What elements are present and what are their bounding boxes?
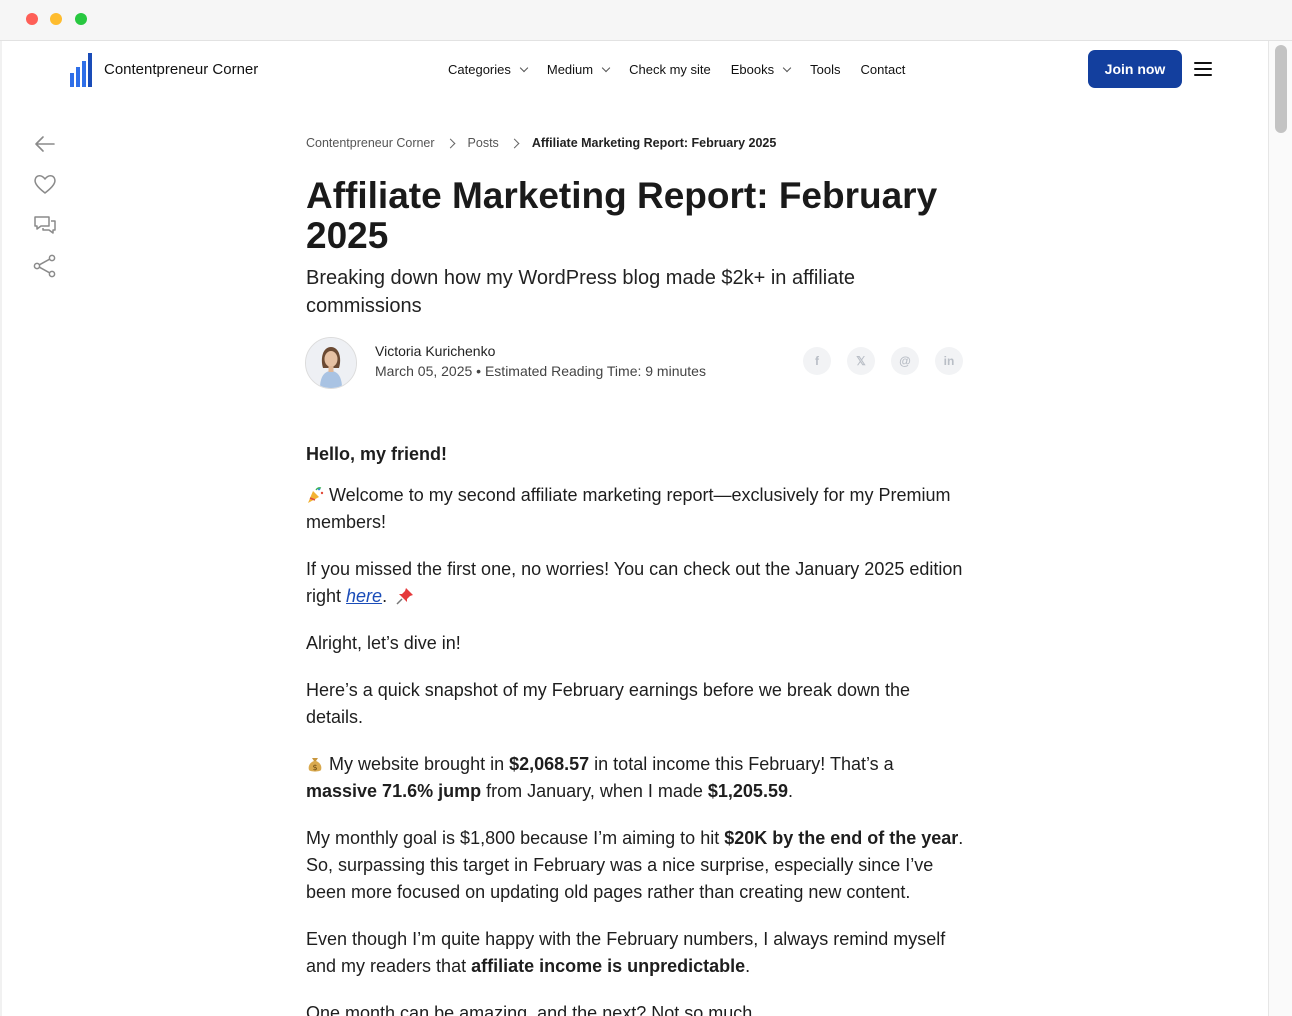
close-window-button[interactable] <box>26 13 38 25</box>
nav-label: Medium <box>546 62 594 77</box>
nav-label: Contact <box>860 62 906 77</box>
chevron-down-icon <box>601 63 611 72</box>
paragraph-text: . <box>745 956 751 976</box>
author-name[interactable]: Victoria Kurichenko <box>375 343 495 359</box>
chevron-down-icon <box>782 63 792 72</box>
svg-text:$: $ <box>312 763 317 772</box>
january-report-link[interactable]: here <box>346 586 382 606</box>
breadcrumb-current: Affiliate Marketing Report: February 202… <box>531 136 777 150</box>
nav-medium[interactable]: Medium <box>546 62 611 77</box>
paragraph-text: Welcome to my second affiliate marketing… <box>306 485 951 532</box>
menu-icon[interactable] <box>1194 62 1212 76</box>
heart-icon[interactable] <box>32 171 58 197</box>
linkedin-icon[interactable]: in <box>935 347 963 375</box>
maximize-window-button[interactable] <box>75 13 87 25</box>
article-meta: March 05, 2025 • Estimated Reading Time:… <box>375 363 706 379</box>
nav-tools[interactable]: Tools <box>810 62 840 77</box>
breadcrumb-home[interactable]: Contentpreneur Corner <box>306 136 435 150</box>
total-income: $2,068.57 <box>509 754 590 774</box>
highlight-text: affiliate income is unpredictable <box>471 956 746 976</box>
paragraph: If you missed the first one, no worries!… <box>306 556 966 610</box>
breadcrumb-posts[interactable]: Posts <box>468 136 499 150</box>
chevron-down-icon <box>519 63 529 72</box>
nav-label: Categories <box>448 62 511 77</box>
paragraph: $ My website brought in $2,068.57 in tot… <box>306 751 966 805</box>
author-avatar[interactable] <box>305 337 357 389</box>
nav-label: Tools <box>810 62 841 77</box>
article-title: Affiliate Marketing Report: February 202… <box>306 175 938 256</box>
nav-label: Ebooks <box>730 62 775 77</box>
article-subtitle: Breaking down how my WordPress blog made… <box>306 267 855 317</box>
join-now-button[interactable]: Join now <box>1088 50 1182 88</box>
facebook-icon[interactable]: f <box>803 347 831 375</box>
web-page: Contentpreneur Corner Categories Medium … <box>2 41 1268 1016</box>
nav-categories[interactable]: Categories <box>448 62 529 77</box>
paragraph: Alright, let’s dive in! <box>306 633 461 653</box>
paragraph-text: My website brought in <box>329 754 510 774</box>
nav-check-my-site[interactable]: Check my site <box>629 62 711 77</box>
minimize-window-button[interactable] <box>50 13 62 25</box>
author-photo <box>306 338 356 388</box>
nav-ebooks[interactable]: Ebooks <box>730 62 792 77</box>
breadcrumb: Contentpreneur Corner Posts Affiliate Ma… <box>306 136 776 150</box>
chevron-right-icon <box>445 138 455 148</box>
nav-label: Check my site <box>629 62 711 77</box>
site-name[interactable]: Contentpreneur Corner <box>104 61 258 78</box>
paragraph: Even though I’m quite happy with the Feb… <box>306 926 966 980</box>
paragraph-text: My monthly goal is $1,800 because I’m ai… <box>306 828 725 848</box>
back-arrow-icon[interactable] <box>32 131 58 157</box>
paragraph: Here’s a quick snapshot of my February e… <box>306 680 910 727</box>
yearly-goal: $20K by the end of the year <box>724 828 959 848</box>
article-body: Hello, my friend! Welcome to my second a… <box>306 441 966 1016</box>
growth-highlight: massive 71.6% jump <box>306 781 482 801</box>
nav-contact[interactable]: Contact <box>861 62 906 77</box>
x-icon[interactable]: 𝕏 <box>847 347 875 375</box>
scrollbar-thumb[interactable] <box>1275 45 1287 133</box>
site-logo-icon[interactable] <box>70 53 92 87</box>
chevron-right-icon <box>509 138 520 148</box>
paragraph: My monthly goal is $1,800 because I’m ai… <box>306 825 966 906</box>
share-icon[interactable] <box>32 253 58 279</box>
window-titlebar <box>0 0 1292 41</box>
scrollbar[interactable] <box>1268 41 1292 1016</box>
pushpin-icon <box>396 588 414 605</box>
paragraph: One month can be amazing, and the next? … <box>306 1003 758 1016</box>
main-nav: Categories Medium Check my site Ebooks T… <box>448 62 925 77</box>
paragraph-text: from January, when I made <box>481 781 708 801</box>
paragraph-text: . <box>787 781 793 801</box>
paragraph-text: in total income this February! That’s a <box>589 754 894 774</box>
party-popper-icon <box>308 487 324 503</box>
share-buttons: f 𝕏 @ in <box>803 347 979 375</box>
paragraph-text: . <box>382 586 388 606</box>
paragraph: Welcome to my second affiliate marketing… <box>306 482 966 536</box>
comments-icon[interactable] <box>32 212 58 238</box>
greeting: Hello, my friend! <box>306 444 448 464</box>
january-income: $1,205.59 <box>707 781 788 801</box>
threads-icon[interactable]: @ <box>891 347 919 375</box>
money-bag-icon: $ <box>308 758 322 772</box>
